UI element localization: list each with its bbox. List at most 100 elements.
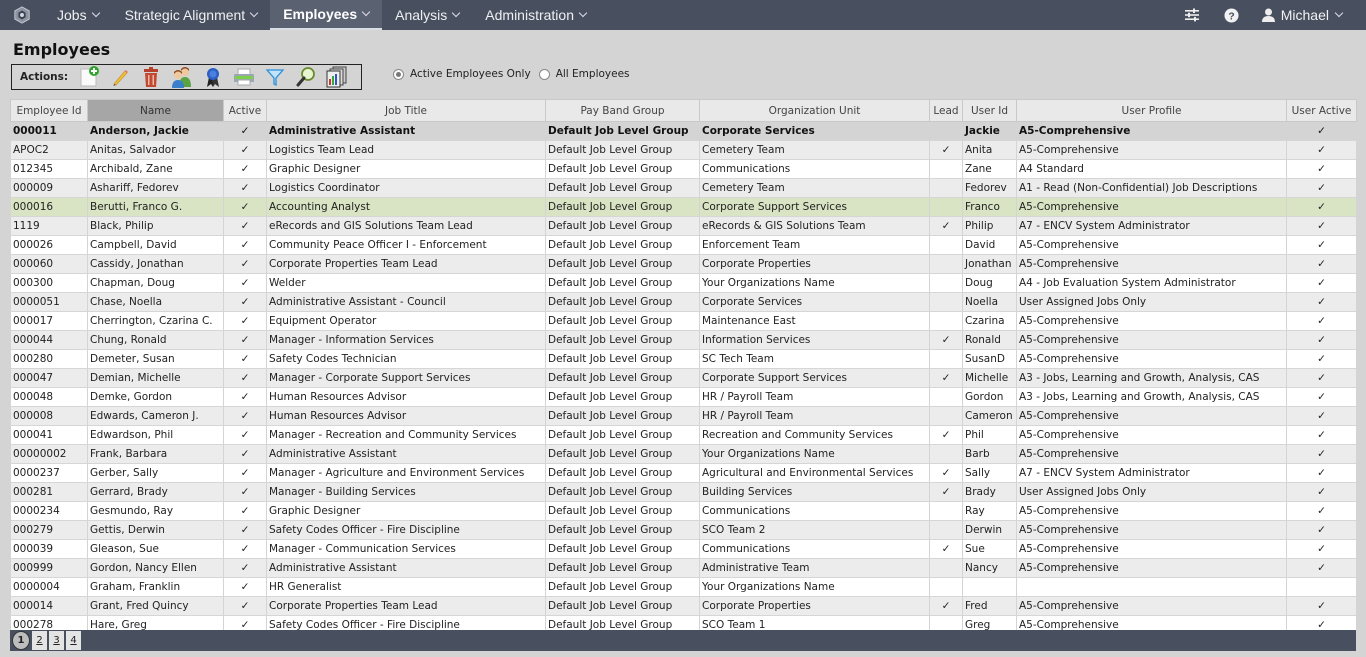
table-row[interactable]: 000039 Gleason, Sue ✓ Manager - Communicati… bbox=[10, 539, 1357, 559]
lead-cell bbox=[929, 292, 963, 312]
organization-unit-cell: Corporate Services bbox=[699, 121, 930, 141]
table-row[interactable]: 000016 Berutti, Franco G. ✓ Accounting Anal… bbox=[10, 197, 1357, 217]
table-row[interactable]: 000060 Cassidy, Jonathan ✓ Corporate Proper… bbox=[10, 254, 1357, 274]
table-row[interactable]: 000009 Ashariff, Fedorev ✓ Logistics Coordi… bbox=[10, 178, 1357, 198]
table-row[interactable]: 000281 Gerrard, Brady ✓ Manager - Building … bbox=[10, 482, 1357, 502]
table-header-row: Employee Id Name Active Job Title Pay Ba… bbox=[10, 99, 1357, 122]
column-header-user-id[interactable]: User Id bbox=[962, 99, 1017, 122]
table-row[interactable]: 0000237 Gerber, Sally ✓ Manager - Agricultu… bbox=[10, 463, 1357, 483]
checkmark-icon: ✓ bbox=[240, 467, 250, 479]
checkmark-icon: ✓ bbox=[1317, 258, 1326, 270]
table-row[interactable]: 000999 Gordon, Nancy Ellen ✓ Administrative… bbox=[10, 558, 1357, 578]
table-row[interactable]: 000026 Campbell, David ✓ Community Peace Of… bbox=[10, 235, 1357, 255]
organization-unit-cell: Maintenance East bbox=[699, 311, 930, 331]
table-row[interactable]: 000011 Anderson, Jackie ✓ Administrative As… bbox=[10, 121, 1357, 141]
job-title-cell: eRecords and GIS Solutions Team Lead bbox=[266, 216, 546, 236]
chevron-down-icon bbox=[578, 8, 588, 18]
user-id-cell: SusanD bbox=[962, 349, 1017, 369]
lead-cell: ✓ bbox=[929, 216, 963, 236]
user-profile-cell: A5-Comprehensive bbox=[1016, 444, 1287, 464]
name-cell: Grant, Fred Quincy bbox=[87, 596, 224, 616]
user-profile-cell: A7 - ENCV System Administrator bbox=[1016, 216, 1287, 236]
table-row[interactable]: 000300 Chapman, Doug ✓ Welder Default Job Le… bbox=[10, 273, 1357, 293]
name-cell: Chase, Noella bbox=[87, 292, 224, 312]
column-header-user-active[interactable]: User Active bbox=[1286, 99, 1357, 122]
table-row[interactable]: 00000002 Frank, Barbara ✓ Administrative As… bbox=[10, 444, 1357, 464]
job-title-cell: Welder bbox=[266, 273, 546, 293]
nav-employees[interactable]: Employees bbox=[270, 0, 383, 30]
search-button[interactable] bbox=[294, 66, 318, 88]
pay-band-group-cell: Default Job Level Group bbox=[545, 330, 700, 350]
nav-jobs[interactable]: Jobs bbox=[44, 0, 112, 30]
print-button[interactable] bbox=[232, 66, 256, 88]
active-employees-only-radio[interactable] bbox=[393, 68, 404, 80]
employee-id-cell: 000999 bbox=[10, 558, 88, 578]
user-id-cell: Nancy bbox=[962, 558, 1017, 578]
user-profile-cell: A5-Comprehensive bbox=[1016, 311, 1287, 331]
table-row[interactable]: 000280 Demeter, Susan ✓ Safety Codes Techni… bbox=[10, 349, 1357, 369]
app-logo[interactable] bbox=[0, 0, 44, 30]
table-row[interactable]: 000047 Demian, Michelle ✓ Manager - Corpora… bbox=[10, 368, 1357, 388]
employee-id-cell: 000008 bbox=[10, 406, 88, 426]
employee-id-cell: 000041 bbox=[10, 425, 88, 445]
page-2-button[interactable]: 2 bbox=[32, 631, 47, 650]
help-button[interactable]: ? bbox=[1212, 7, 1252, 23]
delete-button[interactable] bbox=[139, 66, 163, 88]
table-row[interactable]: 0000234 Gesmundo, Ray ✓ Graphic Designer Def… bbox=[10, 501, 1357, 521]
nav-analysis[interactable]: Analysis bbox=[382, 0, 472, 30]
table-row[interactable]: 000044 Chung, Ronald ✓ Manager - Informatio… bbox=[10, 330, 1357, 350]
table-row[interactable]: 000017 Cherrington, Czarina C. ✓ Equipment … bbox=[10, 311, 1357, 331]
table-row[interactable]: 0000051 Chase, Noella ✓ Administrative Assi… bbox=[10, 292, 1357, 312]
name-cell: Gerber, Sally bbox=[87, 463, 224, 483]
user-profile-cell: A5-Comprehensive bbox=[1016, 121, 1287, 141]
settings-sliders-button[interactable] bbox=[1172, 8, 1212, 22]
nav-employees-label: Employees bbox=[283, 6, 358, 22]
user-id-cell: Phil bbox=[962, 425, 1017, 445]
column-header-lead[interactable]: Lead bbox=[929, 99, 963, 122]
organization-unit-cell: SCO Team 2 bbox=[699, 520, 930, 540]
table-row[interactable]: APOC2 Anitas, Salvador ✓ Logistics Team Lea… bbox=[10, 140, 1357, 160]
job-title-cell: Corporate Properties Team Lead bbox=[266, 596, 546, 616]
table-row[interactable]: 000041 Edwardson, Phil ✓ Manager - Recreati… bbox=[10, 425, 1357, 445]
edit-button[interactable] bbox=[108, 66, 132, 88]
table-row[interactable]: 012345 Archibald, Zane ✓ Graphic Designer De… bbox=[10, 159, 1357, 179]
nav-administration[interactable]: Administration bbox=[472, 0, 599, 30]
job-title-cell: HR Generalist bbox=[266, 577, 546, 597]
page-3-button[interactable]: 3 bbox=[49, 631, 64, 650]
table-row[interactable]: 000008 Edwards, Cameron J. ✓ Human Resource… bbox=[10, 406, 1357, 426]
filter-button[interactable] bbox=[263, 66, 287, 88]
all-employees-radio[interactable] bbox=[538, 68, 550, 80]
table-row[interactable]: 000014 Grant, Fred Quincy ✓ Corporate Prope… bbox=[10, 596, 1357, 616]
table-row[interactable]: 1119 Black, Philip ✓ eRecords and GIS Solut… bbox=[10, 216, 1357, 236]
user-active-cell: ✓ bbox=[1286, 482, 1357, 502]
column-header-user-profile[interactable]: User Profile bbox=[1016, 99, 1287, 122]
reports-button[interactable] bbox=[325, 66, 349, 88]
nav-strategic-alignment[interactable]: Strategic Alignment bbox=[112, 0, 271, 30]
table-row[interactable]: 000048 Demke, Gordon ✓ Human Resources Advi… bbox=[10, 387, 1357, 407]
lead-cell bbox=[929, 520, 963, 540]
column-header-pay-band-group[interactable]: Pay Band Group bbox=[545, 99, 700, 122]
page-1-button[interactable]: 1 bbox=[12, 631, 30, 650]
award-button[interactable] bbox=[201, 66, 225, 88]
employee-id-cell: 000044 bbox=[10, 330, 88, 350]
column-header-job-title[interactable]: Job Title bbox=[266, 99, 546, 122]
table-row[interactable]: 000279 Gettis, Derwin ✓ Safety Codes Office… bbox=[10, 520, 1357, 540]
column-header-active[interactable]: Active bbox=[223, 99, 267, 122]
active-employees-only-label[interactable]: Active Employees Only bbox=[410, 68, 531, 80]
job-title-cell: Manager - Agriculture and Environment Se… bbox=[266, 463, 546, 483]
column-header-organization-unit[interactable]: Organization Unit bbox=[699, 99, 930, 122]
all-employees-label[interactable]: All Employees bbox=[556, 68, 630, 80]
column-header-name[interactable]: Name bbox=[87, 99, 224, 122]
page-4-button[interactable]: 4 bbox=[66, 631, 81, 650]
user-menu[interactable]: Michael bbox=[1252, 7, 1366, 23]
users-button[interactable] bbox=[170, 66, 194, 88]
user-profile-cell: A4 Standard bbox=[1016, 159, 1287, 179]
user-active-cell: ✓ bbox=[1286, 463, 1357, 483]
checkmark-icon: ✓ bbox=[1317, 353, 1326, 365]
add-employee-button[interactable] bbox=[77, 66, 101, 88]
column-header-employee-id[interactable]: Employee Id bbox=[10, 99, 88, 122]
table-row[interactable]: 0000004 Graham, Franklin ✓ HR Generalist Def… bbox=[10, 577, 1357, 597]
name-cell: Gerrard, Brady bbox=[87, 482, 224, 502]
lead-cell bbox=[929, 254, 963, 274]
job-title-cell: Manager - Recreation and Community Servi… bbox=[266, 425, 546, 445]
